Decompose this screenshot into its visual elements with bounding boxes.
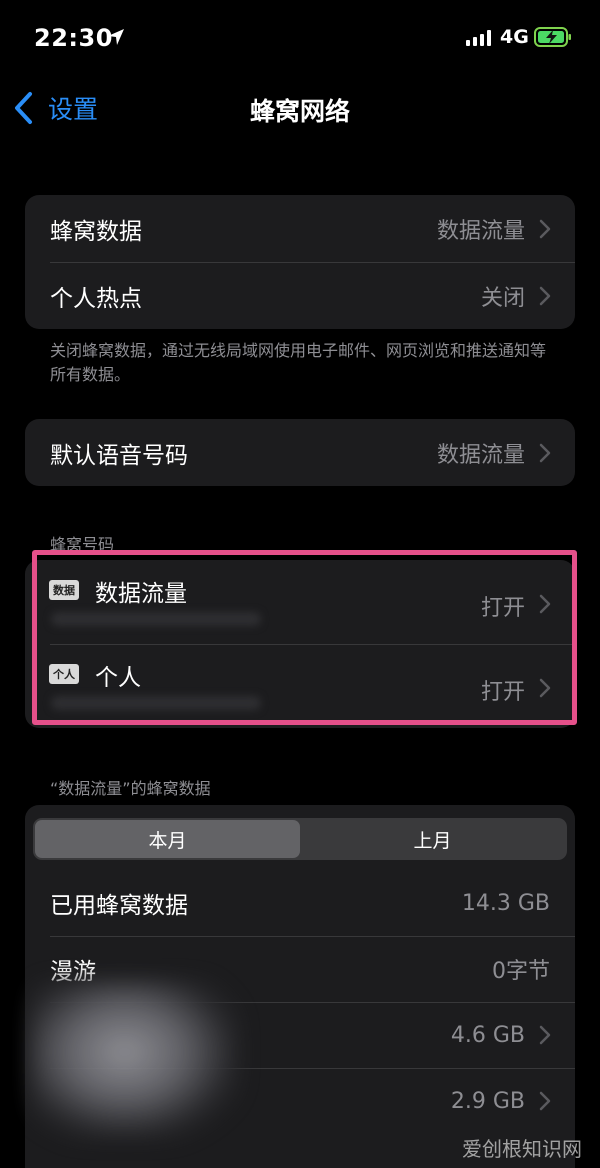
cellular-plans-header: 蜂窝号码: [50, 535, 115, 554]
usage-section-header: “数据流量”的蜂窝数据: [50, 779, 211, 798]
line-badge: 个人: [49, 664, 79, 684]
used-data-row: 已用蜂窝数据 14.3 GB: [25, 870, 575, 936]
cellular-signal-icon: [466, 30, 491, 46]
line-personal-row[interactable]: 个人 个人 打开: [25, 644, 575, 728]
cellular-plans-group: 数据 数据流量 打开 个人 个人 打开: [25, 560, 575, 728]
chevron-right-icon: [539, 1025, 551, 1045]
row-value: 数据流量: [436, 218, 525, 244]
chevron-right-icon: [539, 286, 551, 305]
segment-last-month[interactable]: 上月: [300, 820, 565, 858]
line-data-row[interactable]: 数据 数据流量 打开: [25, 560, 575, 644]
chevron-right-icon: [539, 219, 551, 238]
row-label: 已用蜂窝数据: [50, 893, 188, 919]
row-value: 2.9 GB: [450, 1088, 525, 1114]
row-label: 个人热点: [50, 285, 142, 312]
row-value: 4.6 GB: [450, 1022, 525, 1048]
battery-charging-icon: [534, 27, 571, 47]
personal-hotspot-row[interactable]: 个人热点 关闭: [25, 262, 575, 329]
page-title: 蜂窝网络: [249, 97, 350, 126]
status-bar: 22:30 4G: [0, 0, 600, 80]
default-voice-line-row[interactable]: 默认语音号码 数据流量: [25, 419, 575, 486]
location-arrow-icon: [108, 29, 124, 45]
line-name: 个人: [95, 665, 141, 691]
segment-this-month[interactable]: 本月: [35, 820, 300, 858]
period-segmented-control: 本月 上月: [33, 818, 567, 860]
redacted-app-icons: [30, 980, 240, 1140]
line-badge: 数据: [49, 580, 79, 600]
default-voice-group: 默认语音号码 数据流量: [25, 419, 575, 486]
cellular-data-footer-note: 关闭蜂窝数据，通过无线局域网使用电子邮件、网页浏览和推送通知等所有数据。: [50, 341, 547, 384]
row-label: 默认语音号码: [50, 442, 188, 469]
cellular-data-row[interactable]: 蜂窝数据 数据流量: [25, 195, 575, 262]
chevron-right-icon: [539, 678, 551, 698]
line-status: 打开: [480, 680, 525, 705]
line-name: 数据流量: [95, 581, 187, 607]
cellular-settings-group: 蜂窝数据 数据流量 个人热点 关闭: [25, 195, 575, 329]
row-label: 蜂窝数据: [50, 218, 142, 245]
chevron-right-icon: [539, 1091, 551, 1111]
status-time: 22:30: [34, 24, 113, 52]
chevron-right-icon: [539, 443, 551, 462]
line-status: 打开: [480, 596, 525, 621]
redacted-number: [51, 612, 261, 626]
watermark: 爱创根知识网: [462, 1137, 582, 1161]
row-value: 关闭: [480, 285, 525, 311]
row-value: 数据流量: [436, 442, 525, 468]
redacted-number: [51, 696, 261, 710]
network-type: 4G: [500, 26, 529, 48]
chevron-right-icon: [539, 594, 551, 614]
row-value: 0字节: [492, 959, 550, 984]
row-value: 14.3 GB: [461, 890, 550, 916]
navigation-bar: 设置 蜂窝网络: [0, 80, 600, 140]
